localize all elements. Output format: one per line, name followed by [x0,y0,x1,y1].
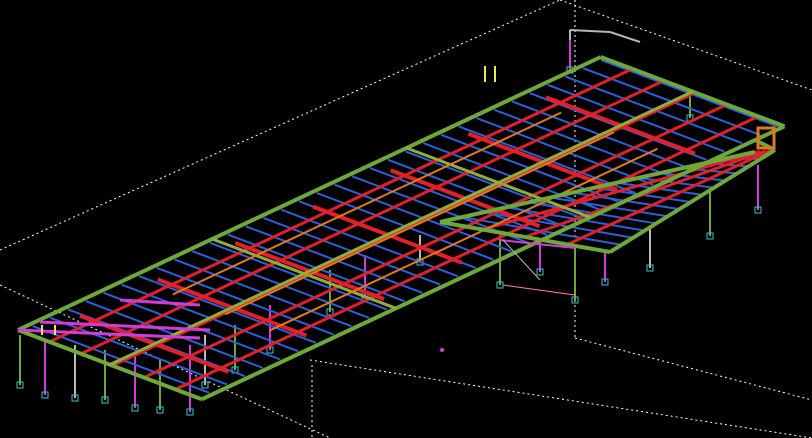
girder [111,91,696,367]
grid-line [559,0,812,91]
steel-structure-model[interactable] [0,0,812,438]
grid-line [309,359,812,438]
grid-line [574,337,812,401]
girder [143,103,728,379]
perimeter-beam [17,55,602,332]
frame [569,29,611,33]
frame [609,31,641,43]
node-marker [440,348,444,352]
3d-model-viewport[interactable] [0,0,812,438]
workplane-grid [0,0,812,438]
brace [502,284,576,296]
brace [502,239,541,281]
